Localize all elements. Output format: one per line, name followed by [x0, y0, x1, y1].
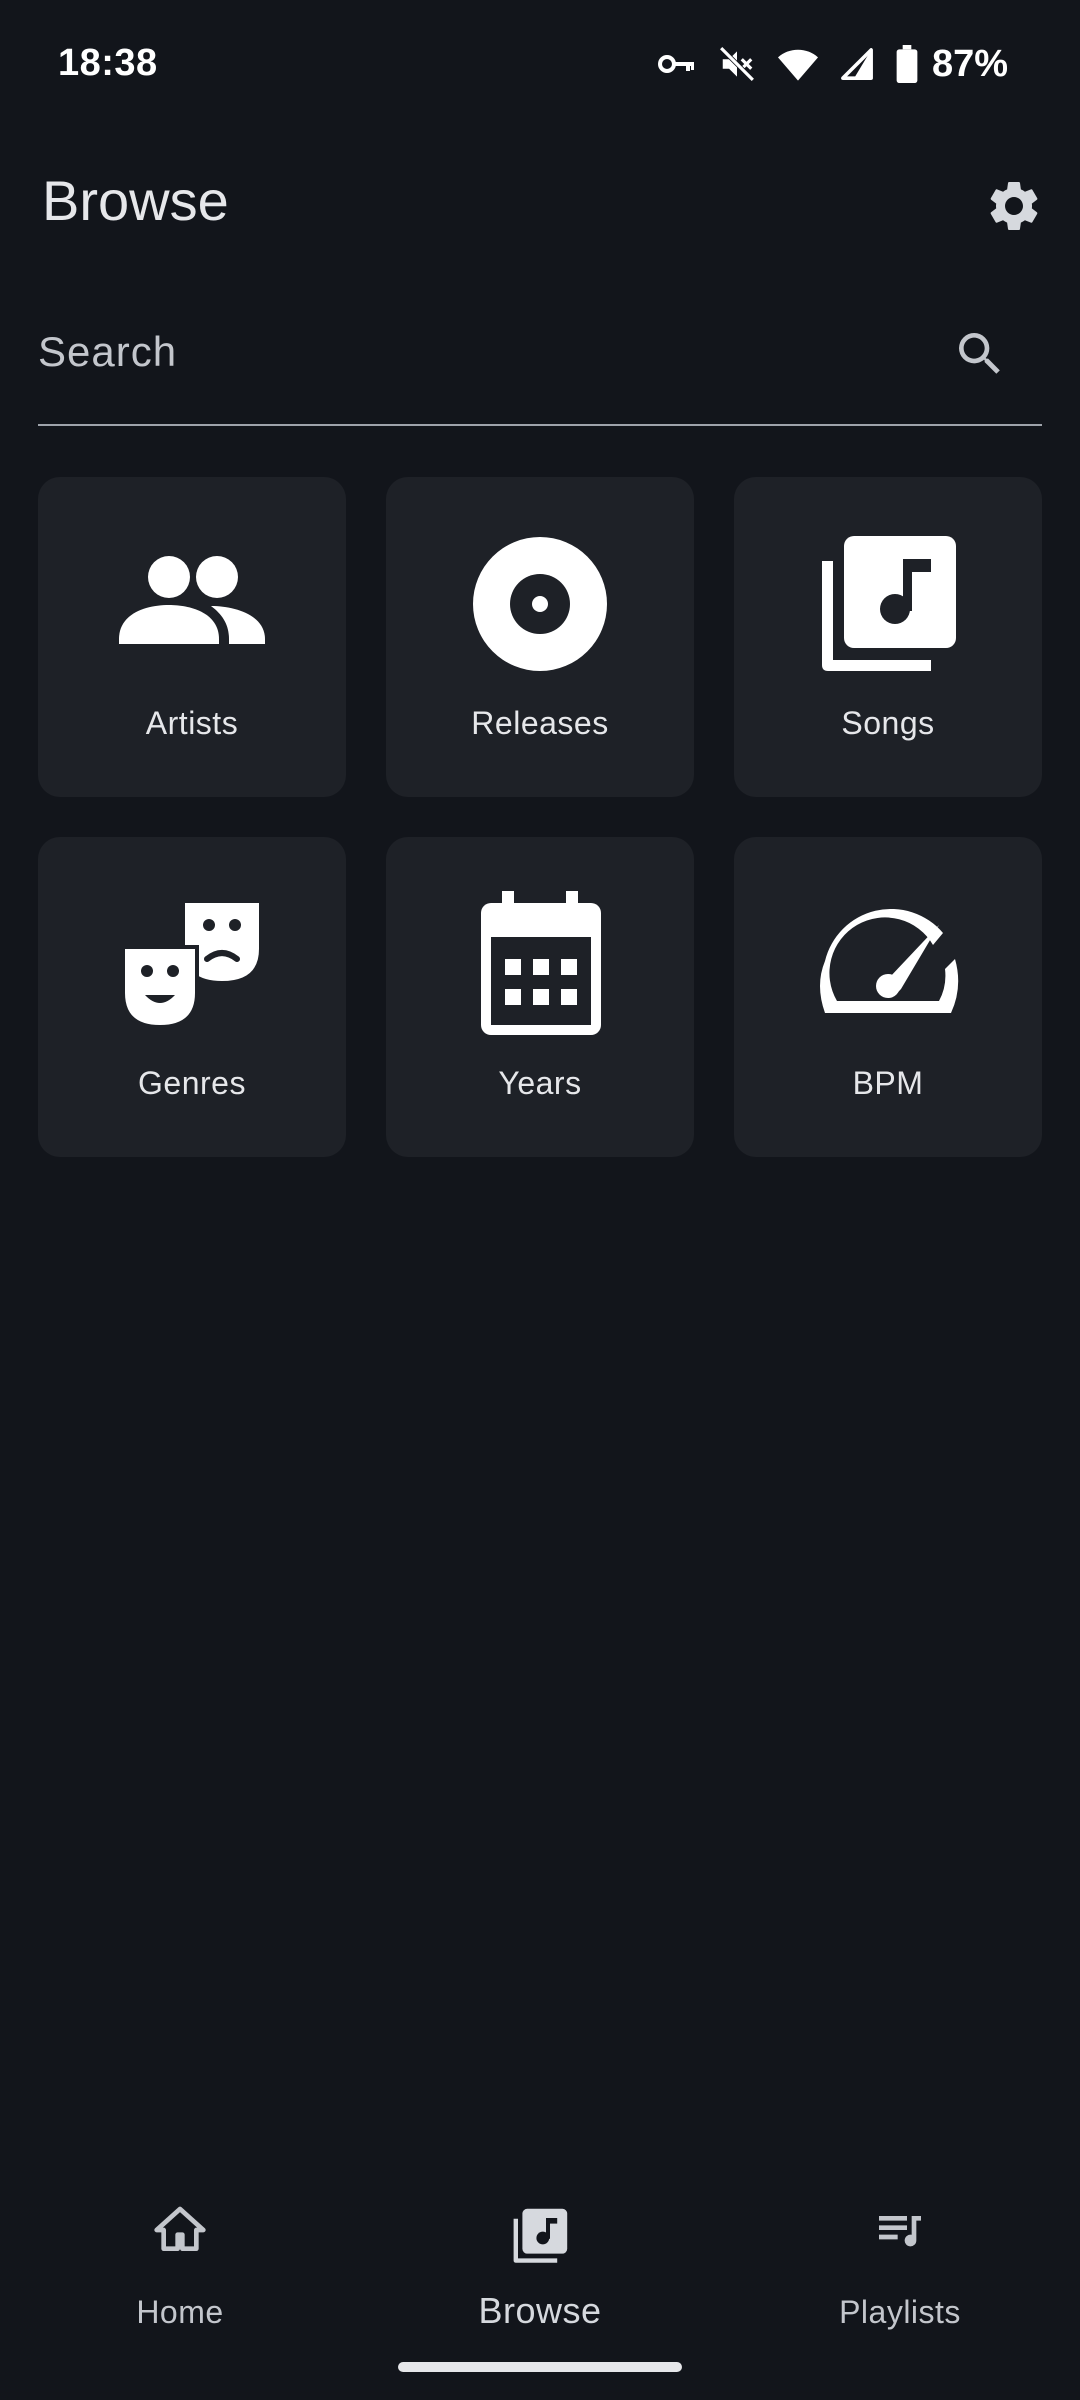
playlist-icon — [872, 2202, 928, 2258]
category-years[interactable]: Years — [386, 837, 694, 1157]
category-label: BPM — [852, 1065, 924, 1101]
search-bar — [38, 300, 1042, 426]
music-library-icon — [510, 2206, 570, 2266]
vpn-key-icon — [657, 52, 696, 76]
music-library-icon — [813, 529, 963, 679]
nav-label: Browse — [478, 2290, 602, 2331]
category-artists[interactable]: Artists — [38, 477, 346, 797]
settings-button[interactable] — [984, 176, 1044, 236]
category-label: Genres — [138, 1065, 246, 1101]
signal-icon — [840, 47, 874, 81]
status-icons: 87% — [657, 40, 1008, 88]
nav-browse[interactable]: Browse — [360, 2170, 720, 2340]
category-releases[interactable]: Releases — [386, 477, 694, 797]
battery-icon — [896, 45, 918, 83]
search-input[interactable] — [38, 320, 918, 384]
home-indicator[interactable] — [398, 2362, 682, 2372]
people-icon — [117, 529, 267, 679]
search-icon[interactable] — [952, 326, 1008, 382]
disc-icon — [465, 529, 615, 679]
calendar-icon — [465, 889, 615, 1039]
category-bpm[interactable]: BPM — [734, 837, 1042, 1157]
gear-icon — [990, 182, 1038, 230]
category-songs[interactable]: Songs — [734, 477, 1042, 797]
category-label: Releases — [471, 705, 609, 741]
category-label: Artists — [145, 705, 239, 741]
nav-label: Home — [136, 2294, 224, 2330]
mute-icon — [718, 45, 756, 83]
status-time: 18:38 — [58, 42, 158, 84]
nav-playlists[interactable]: Playlists — [720, 2170, 1080, 2340]
status-bar: 18:38 87% — [0, 0, 1080, 130]
nav-label: Playlists — [839, 2294, 961, 2330]
speedometer-icon — [813, 889, 963, 1039]
page-title: Browse — [42, 169, 229, 232]
bottom-navigation: Home Browse Playlists — [0, 2170, 1080, 2340]
category-label: Songs — [841, 705, 935, 741]
nav-home[interactable]: Home — [0, 2170, 360, 2340]
wifi-icon — [777, 47, 818, 81]
category-grid: Artists Releases Songs Genres Years BPM — [38, 477, 1042, 1157]
theater-masks-icon — [117, 889, 267, 1039]
category-label: Years — [498, 1065, 582, 1101]
category-genres[interactable]: Genres — [38, 837, 346, 1157]
battery-percent: 87% — [931, 42, 1008, 85]
home-icon — [152, 2202, 208, 2258]
